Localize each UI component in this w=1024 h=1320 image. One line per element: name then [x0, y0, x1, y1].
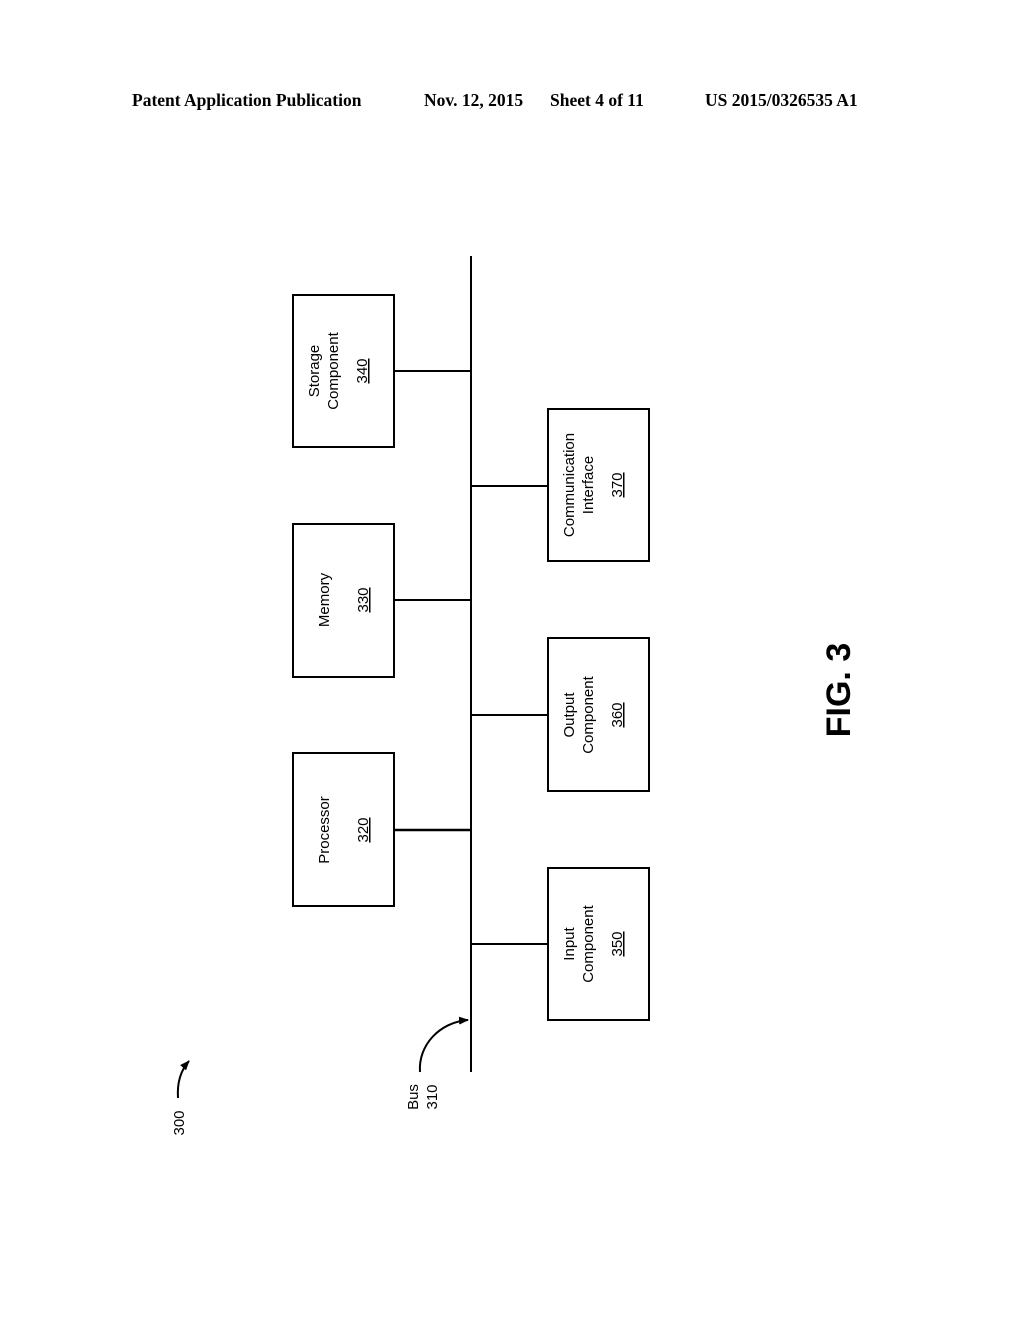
processor-box: Processor 320 [292, 752, 395, 907]
bus-arrow-icon [418, 1016, 469, 1073]
input-number: 350 [609, 931, 626, 956]
input-label-line2: Component [580, 904, 597, 982]
storage-label-line1: Storage [306, 345, 323, 398]
bus-label: Bus [405, 1084, 422, 1110]
figure-label: FIG. 3 [820, 643, 858, 737]
bus-number: 310 [424, 1084, 441, 1109]
memory-label: Memory [316, 572, 333, 627]
communication-label-line2: Interface [580, 456, 597, 514]
memory-box: Memory 330 [292, 523, 395, 678]
output-number: 360 [609, 702, 626, 727]
output-label-line1: Output [561, 692, 578, 738]
communication-number: 370 [609, 472, 626, 497]
input-component-box: Input Component 350 [547, 867, 650, 1021]
output-component-box: Output Component 360 [547, 637, 650, 792]
figure-reference-arrow-icon [176, 1060, 190, 1099]
processor-number: 320 [355, 817, 372, 842]
memory-number: 330 [355, 587, 372, 612]
output-label-line2: Component [580, 675, 597, 753]
input-label-line1: Input [561, 926, 578, 960]
figure-reference-number: 300 [171, 1110, 188, 1135]
storage-component-box: Storage Component 340 [292, 294, 395, 448]
communication-label-line1: Communication [561, 433, 578, 537]
processor-label: Processor [316, 796, 333, 864]
communication-interface-box: Communication Interface 370 [547, 408, 650, 562]
block-diagram: Storage Component 340 Memory 330 Process… [171, 256, 858, 1136]
storage-number: 340 [354, 358, 371, 383]
storage-label-line2: Component [325, 331, 342, 409]
